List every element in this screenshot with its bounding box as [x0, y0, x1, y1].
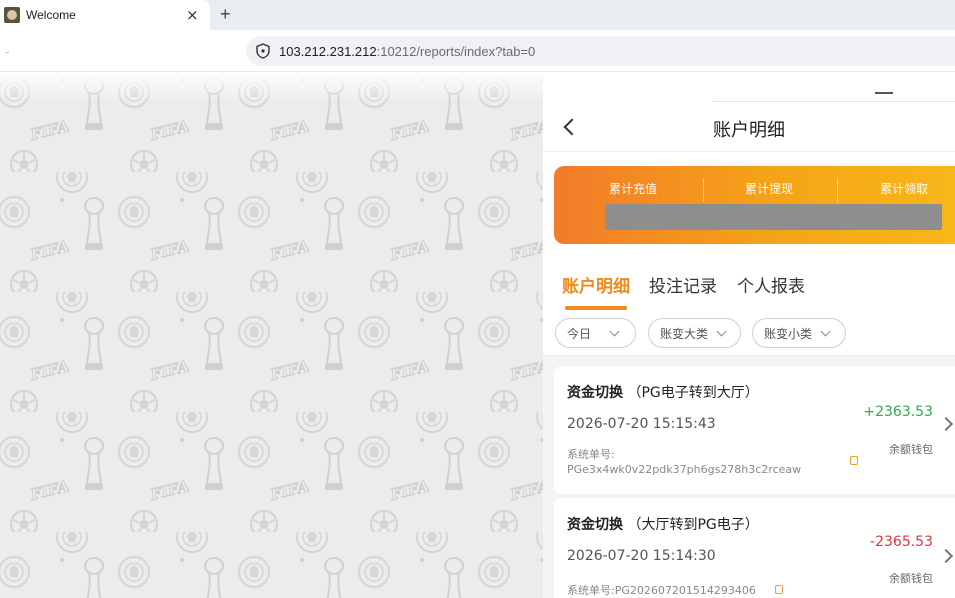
redacted-summary-values [605, 204, 942, 230]
address-bar: 103.212.231.212:10212/reports/index?tab=… [0, 30, 955, 72]
mobile-app-panel: 账户明细 累计充值 累计提现 累计领取 账户明细 投注记录 个人报表 今日 账变… [543, 72, 955, 598]
record-amount: -2365.53 [870, 534, 933, 550]
category-filter-label: 账变大类 [660, 326, 709, 341]
summary-card: 累计充值 累计提现 累计领取 [554, 166, 955, 244]
record-time: 2026-07-20 15:14:30 [567, 548, 716, 564]
order-number-line: 系统单号:PG202607201514293406 [567, 582, 756, 598]
fifa-background-pattern: FIFA [0, 72, 545, 598]
tab-title: Welcome [26, 8, 76, 22]
category-filter-dropdown[interactable]: 账变大类 [648, 318, 741, 348]
subcategory-filter-dropdown[interactable]: 账变小类 [752, 318, 846, 348]
order-number: PG202607201514293406 [614, 584, 756, 597]
total-claim-label: 累计领取 [880, 182, 929, 196]
url-input[interactable]: 103.212.231.212:10212/reports/index?tab=… [246, 36, 955, 66]
record-time: 2026-07-20 15:15:43 [567, 416, 716, 432]
record-detail: （大厅转到PG电子） [627, 517, 759, 533]
chevron-down-icon [716, 326, 727, 336]
chevron-down-icon [820, 326, 831, 336]
wallet-label: 余额钱包 [889, 443, 933, 456]
wallet-label: 余额钱包 [889, 572, 933, 585]
page-title: 账户明细 [713, 120, 785, 141]
date-filter-dropdown[interactable]: 今日 [555, 318, 636, 348]
tab-bet-records[interactable]: 投注记录 [649, 272, 717, 297]
order-number-label: 系统单号: [567, 584, 615, 597]
total-withdraw-label: 累计提现 [745, 182, 794, 196]
record-type: 资金切换 [567, 385, 623, 401]
top-fade [0, 72, 545, 102]
tab-personal-report[interactable]: 个人报表 [737, 272, 805, 297]
copy-icon[interactable] [775, 585, 783, 594]
subcategory-filter-label: 账变小类 [764, 326, 813, 341]
page-content: FIFA 账户明细 累计 [0, 72, 955, 598]
browser-tab-strip: Welcome × + [0, 0, 955, 30]
site-favicon-icon [4, 7, 20, 23]
list-item[interactable]: 资金切换 （PG电子转到大厅） 2026-07-20 15:15:43 系统单号… [554, 366, 955, 494]
browser-tab[interactable]: Welcome × [0, 0, 210, 30]
chevron-right-icon[interactable] [938, 416, 954, 432]
record-list: 资金切换 （PG电子转到大厅） 2026-07-20 15:15:43 系统单号… [543, 356, 955, 598]
new-tab-button[interactable]: + [220, 4, 231, 25]
summary-divider [837, 178, 838, 202]
record-tabs: 账户明细 投注记录 个人报表 [543, 258, 955, 318]
total-deposit-label: 累计充值 [609, 182, 658, 196]
url-host: 103.212.231.212 [279, 43, 377, 59]
url-path: :10212/reports/index?tab=0 [376, 43, 536, 59]
filter-bar: 今日 账变大类 账变小类 [543, 316, 955, 356]
active-tab-indicator [565, 306, 627, 310]
record-amount: +2363.53 [863, 404, 933, 420]
tab-account-details[interactable]: 账户明细 [562, 272, 630, 297]
record-title: 资金切换 （大厅转到PG电子） [567, 514, 759, 534]
order-number: PGe3x4wk0v22pdk37ph6gs278h3c2rceaw [567, 463, 802, 476]
url-text: 103.212.231.212:10212/reports/index?tab=… [279, 44, 535, 59]
record-title: 资金切换 （PG电子转到大厅） [567, 382, 759, 402]
chevron-down-icon [609, 326, 620, 336]
record-detail: （PG电子转到大厅） [627, 385, 759, 401]
date-filter-label: 今日 [567, 326, 592, 341]
chevron-right-icon[interactable] [938, 548, 954, 564]
site-security-icon[interactable] [256, 43, 270, 59]
summary-divider [703, 178, 704, 202]
record-type: 资金切换 [567, 517, 623, 533]
close-tab-icon[interactable]: × [186, 7, 199, 23]
app-top-bar [543, 72, 955, 102]
order-number-label: 系统单号: [567, 448, 615, 461]
copy-icon[interactable] [850, 456, 858, 465]
window-minimize-icon[interactable] [875, 92, 893, 94]
toolbar-divider [6, 52, 9, 53]
page-header: 账户明细 [543, 102, 955, 152]
list-item[interactable]: 资金切换 （大厅转到PG电子） 2026-07-20 15:14:30 系统单号… [554, 498, 955, 598]
